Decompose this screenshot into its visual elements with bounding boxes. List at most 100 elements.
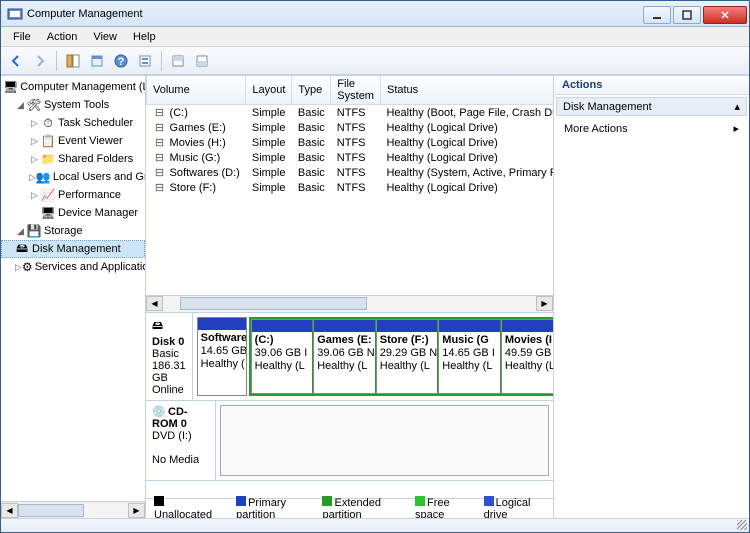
tree-event-viewer[interactable]: ▷📋Event Viewer xyxy=(1,132,145,150)
disk-size: 186.31 GB xyxy=(152,360,186,384)
expand-icon[interactable]: ▷ xyxy=(29,154,40,165)
scroll-track[interactable] xyxy=(163,296,536,312)
collapse-icon[interactable]: ◢ xyxy=(15,100,26,111)
partition-logical[interactable]: Games (E:39.06 GB NHealthy (L xyxy=(313,319,376,394)
partition-logical[interactable]: (C:)39.06 GB IHealthy (L xyxy=(251,319,314,394)
partition-status: Healthy (L xyxy=(442,360,492,372)
close-button[interactable] xyxy=(703,6,747,24)
menu-view[interactable]: View xyxy=(85,29,125,45)
col-type[interactable]: Type xyxy=(292,76,331,105)
svg-text:?: ? xyxy=(118,56,125,68)
volume-row[interactable]: ⊟ Softwares (D:)SimpleBasicNTFSHealthy (… xyxy=(147,165,554,180)
back-button[interactable] xyxy=(5,50,27,72)
tree-label: Event Viewer xyxy=(58,135,123,147)
scroll-track[interactable] xyxy=(18,503,128,518)
col-volume[interactable]: Volume xyxy=(147,76,246,105)
partition-primary[interactable]: Software14.65 GB IHealthy ( xyxy=(197,317,247,396)
tree-label: Local Users and Groups xyxy=(53,171,146,183)
more-actions-label: More Actions xyxy=(564,123,628,135)
col-fs[interactable]: File System xyxy=(331,76,381,105)
volume-row[interactable]: ⊟ Games (E:)SimpleBasicNTFSHealthy (Logi… xyxy=(147,120,554,135)
scroll-thumb[interactable] xyxy=(180,297,367,310)
disk-map: 🖴Disk 0 Basic 186.31 GB Online Software1… xyxy=(146,312,553,498)
expand-icon[interactable]: ▷ xyxy=(29,118,40,129)
partition-header xyxy=(198,318,246,330)
tree-label: Performance xyxy=(58,189,121,201)
maximize-button[interactable] xyxy=(673,6,701,24)
help-button[interactable]: ? xyxy=(110,50,132,72)
volume-row[interactable]: ⊟ (C:)SimpleBasicNTFSHealthy (Boot, Page… xyxy=(147,105,554,121)
more-actions-item[interactable]: More Actions ▸ xyxy=(554,118,749,139)
show-hide-tree-button[interactable] xyxy=(62,50,84,72)
tree-root[interactable]: 🖥Computer Management (Local xyxy=(1,78,145,96)
menu-action[interactable]: Action xyxy=(39,29,86,45)
tree-disk-management[interactable]: 🖴Disk Management xyxy=(1,240,145,258)
tree-label: Shared Folders xyxy=(58,153,133,165)
swatch-unallocated xyxy=(154,496,164,506)
drive-icon: ⊟ xyxy=(153,121,167,134)
partition-size: 29.29 GB N xyxy=(380,347,437,359)
col-status[interactable]: Status xyxy=(380,76,553,105)
scroll-right-button[interactable]: ▶ xyxy=(128,503,145,518)
partition-logical[interactable]: Movies (I49.59 GB IHealthy (L xyxy=(501,319,553,394)
properties-button[interactable] xyxy=(86,50,108,72)
tree-device-manager[interactable]: 🖥Device Manager xyxy=(1,204,145,222)
scroll-left-button[interactable]: ◀ xyxy=(146,296,163,311)
nav-scrollbar[interactable]: ◀ ▶ xyxy=(1,501,145,518)
cdrom-state: No Media xyxy=(152,454,199,466)
swatch-logical xyxy=(484,496,494,506)
actions-section[interactable]: Disk Management ▴ xyxy=(556,97,747,116)
perf-icon: 📈 xyxy=(40,187,56,203)
users-icon: 👥 xyxy=(36,169,51,185)
cdrom-label: 💿CD-ROM 0 DVD (I:) No Media xyxy=(146,401,216,480)
cdrom-row[interactable]: 💿CD-ROM 0 DVD (I:) No Media xyxy=(146,401,553,481)
refresh-button[interactable] xyxy=(134,50,156,72)
tree-performance[interactable]: ▷📈Performance xyxy=(1,186,145,204)
disk-icon: 🖴 xyxy=(14,241,30,257)
volume-scrollbar[interactable]: ◀ ▶ xyxy=(146,295,553,312)
view-top-button[interactable] xyxy=(167,50,189,72)
disk-row[interactable]: 🖴Disk 0 Basic 186.31 GB Online Software1… xyxy=(146,313,553,401)
toolbar: ? xyxy=(1,47,749,75)
clock-icon: ⏱ xyxy=(40,115,56,131)
chevron-right-icon: ▸ xyxy=(733,122,739,135)
expand-icon[interactable]: ▷ xyxy=(15,262,22,273)
volume-row[interactable]: ⊟ Music (G:)SimpleBasicNTFSHealthy (Logi… xyxy=(147,150,554,165)
actions-header: Actions xyxy=(554,76,749,95)
resize-grip[interactable] xyxy=(737,520,747,530)
view-bottom-button[interactable] xyxy=(191,50,213,72)
volume-row[interactable]: ⊟ Store (F:)SimpleBasicNTFSHealthy (Logi… xyxy=(147,180,554,195)
extended-partition[interactable]: (C:)39.06 GB IHealthy (LGames (E:39.06 G… xyxy=(249,317,553,396)
minimize-button[interactable] xyxy=(643,6,671,24)
partition-header xyxy=(439,320,500,332)
scroll-thumb[interactable] xyxy=(18,504,84,517)
partition-size: 14.65 GB I xyxy=(201,345,246,357)
tree-system-tools[interactable]: ◢🛠System Tools xyxy=(1,96,145,114)
expand-icon[interactable]: ▷ xyxy=(29,136,40,147)
tree-label: Storage xyxy=(44,225,83,237)
collapse-icon[interactable]: ◢ xyxy=(15,226,26,237)
tree-shared-folders[interactable]: ▷📁Shared Folders xyxy=(1,150,145,168)
tree-label: Services and Applications xyxy=(35,261,146,273)
col-layout[interactable]: Layout xyxy=(246,76,292,105)
partition-header xyxy=(252,320,313,332)
partition-logical[interactable]: Music (G14.65 GB IHealthy (L xyxy=(438,319,501,394)
drive-icon: ⊟ xyxy=(153,181,167,194)
expand-icon[interactable]: ▷ xyxy=(29,172,36,183)
partition-status: Healthy (L xyxy=(255,360,305,372)
volume-row[interactable]: ⊟ Movies (H:)SimpleBasicNTFSHealthy (Log… xyxy=(147,135,554,150)
disk-label: 🖴Disk 0 Basic 186.31 GB Online xyxy=(146,313,193,400)
tree-task-scheduler[interactable]: ▷⏱Task Scheduler xyxy=(1,114,145,132)
partition-name: Store (F:) xyxy=(380,334,429,346)
menu-file[interactable]: File xyxy=(5,29,39,45)
scroll-right-button[interactable]: ▶ xyxy=(536,296,553,311)
scroll-left-button[interactable]: ◀ xyxy=(1,503,18,518)
tree-services[interactable]: ▷⚙Services and Applications xyxy=(1,258,145,276)
partition-size: 39.06 GB N xyxy=(317,347,374,359)
forward-button[interactable] xyxy=(29,50,51,72)
expand-icon[interactable]: ▷ xyxy=(29,190,40,201)
menu-help[interactable]: Help xyxy=(125,29,164,45)
partition-logical[interactable]: Store (F:)29.29 GB NHealthy (L xyxy=(376,319,439,394)
tree-local-users[interactable]: ▷👥Local Users and Groups xyxy=(1,168,145,186)
tree-storage[interactable]: ◢💾Storage xyxy=(1,222,145,240)
